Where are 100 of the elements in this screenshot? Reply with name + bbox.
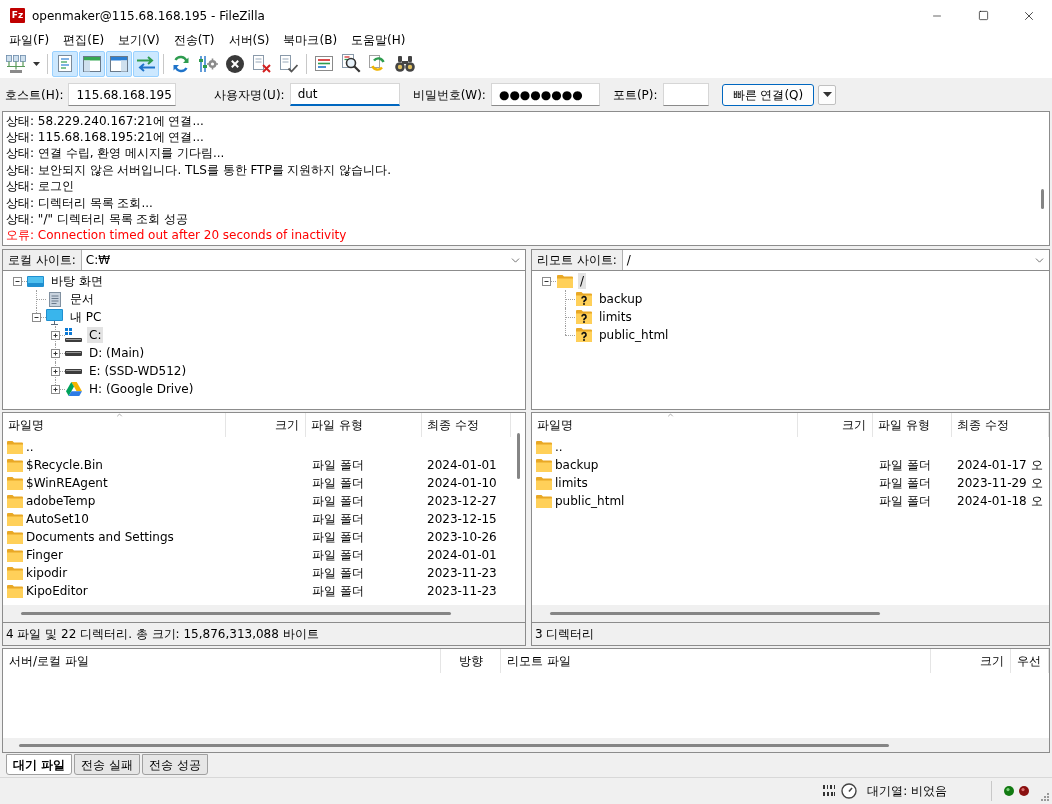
column-header[interactable]: 파일 유형 (873, 413, 952, 437)
sliders-gear-icon (198, 54, 218, 73)
collapse-icon[interactable] (32, 313, 41, 322)
tree-item[interactable]: E: (SSD-WD512) (87, 363, 189, 379)
menu-item[interactable]: 전송(T) (166, 31, 222, 49)
scrollbar-thumb[interactable] (19, 743, 889, 747)
window-right-pane-icon (110, 55, 128, 72)
sync-arrows-icon (369, 54, 387, 73)
modified-date: 2023-11-23 (427, 584, 497, 598)
username-field[interactable]: dut (289, 83, 400, 106)
resize-grip-icon (1041, 793, 1049, 801)
folder-icon (7, 476, 23, 490)
expand-icon[interactable] (51, 385, 60, 394)
message-log-toggle[interactable] (52, 50, 78, 77)
folder-icon (7, 440, 23, 454)
scrollbar-thumb[interactable] (1040, 189, 1044, 209)
queue-tab[interactable]: 대기 파일 (6, 754, 73, 775)
tree-item[interactable]: / (578, 273, 587, 289)
file-type: 파일 폴더 (312, 584, 364, 598)
modified-date: 2024-01-17 오 (957, 458, 1043, 472)
status-message: 상태: "/" 디렉터리 목록 조회 성공 (6, 212, 189, 228)
queue-tab[interactable]: 전송 성공 (142, 754, 208, 775)
file-type: 파일 폴더 (312, 458, 364, 472)
queue-tab[interactable]: 전송 실패 (74, 754, 140, 775)
menu-item[interactable]: 도움말(H) (344, 31, 413, 49)
tree-item[interactable]: 바탕 화면 (49, 273, 105, 289)
field-label: 호스트(H): (5, 86, 64, 104)
column-header[interactable]: 파일 유형 (306, 413, 422, 437)
tree-item[interactable]: H: (Google Drive) (87, 381, 196, 397)
column-header[interactable]: 크기 (226, 413, 306, 437)
question-folder-icon (575, 328, 592, 342)
two-way-arrows-icon (136, 55, 156, 72)
quick-connect-button[interactable]: 빠른 연결(Q) (721, 83, 815, 106)
file-type: 파일 폴더 (312, 476, 364, 490)
column-header[interactable]: 최종 수정 (422, 413, 511, 437)
column-header[interactable]: 파일명 (3, 413, 226, 437)
magnifier-document-icon (341, 54, 361, 73)
folder-icon (7, 458, 23, 472)
path-combobox[interactable]: C:₩ (81, 250, 525, 270)
modified-date: 2024-01-18 오 (957, 494, 1043, 508)
file-type: 파일 폴더 (879, 458, 931, 472)
column-header[interactable]: 크기 (798, 413, 873, 437)
menu-item[interactable]: 파일(F) (2, 31, 57, 49)
column-header[interactable]: 방향 (441, 649, 501, 673)
scrollbar-thumb[interactable] (21, 612, 451, 615)
local-tree-toggle[interactable] (79, 50, 105, 77)
password-field[interactable]: ●●●●●●●● (490, 83, 600, 106)
binoculars-icon (395, 55, 415, 72)
column-header[interactable]: 파일명 (532, 413, 798, 437)
file-name: .. (26, 439, 34, 456)
tree-item[interactable]: C: (87, 327, 104, 343)
column-header[interactable]: 서버/로컬 파일 (3, 649, 441, 673)
document-check-icon (280, 54, 298, 73)
collapse-icon[interactable] (13, 277, 22, 286)
expand-icon[interactable] (51, 367, 60, 376)
modified-date: 2024-01-10 (427, 476, 497, 490)
scrollbar-thumb[interactable] (550, 612, 880, 615)
status-message: 상태: 115.68.168.195:21에 연결... (6, 130, 204, 146)
expand-icon[interactable] (51, 349, 60, 358)
remote-tree-toggle[interactable] (106, 50, 132, 77)
column-header[interactable]: 최종 수정 (952, 413, 1049, 437)
file-type: 파일 폴더 (879, 494, 931, 508)
tree-item[interactable]: limits (597, 309, 634, 325)
menu-item[interactable]: 서버(S) (221, 31, 277, 49)
file-name: Finger (26, 547, 63, 564)
modified-date: 2023-12-27 (427, 494, 497, 508)
file-type: 파일 폴더 (312, 530, 364, 544)
status-message: 상태: 연결 수립, 환영 메시지를 기다림... (6, 146, 225, 162)
port-field[interactable] (662, 83, 709, 106)
host-field[interactable]: 115.68.168.195 (68, 83, 177, 106)
tree-item[interactable]: D: (Main) (87, 345, 147, 361)
window-title: openmaker@115.68.168.195 - FileZilla (32, 7, 265, 25)
menu-item[interactable]: 편집(E) (56, 31, 112, 49)
network-computers-icon (6, 54, 26, 73)
scrollbar-thumb[interactable] (516, 433, 520, 479)
document-icon (48, 291, 61, 307)
speedometer-icon (841, 783, 858, 799)
column-header[interactable]: 우선 (1011, 649, 1049, 673)
cancel-icon (226, 54, 244, 73)
transfer-queue-toggle[interactable] (133, 50, 159, 77)
window-left-pane-icon (83, 55, 101, 72)
dropdown-button[interactable] (818, 84, 837, 105)
tree-item[interactable]: 문서 (68, 291, 96, 307)
collapse-icon[interactable] (542, 277, 551, 286)
path-combobox[interactable]: / (622, 250, 1049, 270)
list-status-text: 3 디렉터리 (534, 626, 595, 643)
expand-icon[interactable] (51, 331, 60, 340)
tree-item[interactable]: public_html (597, 327, 671, 343)
status-light-icon (1019, 786, 1029, 796)
menu-item[interactable]: 북마크(B) (276, 31, 345, 49)
column-header[interactable]: 리모트 파일 (501, 649, 931, 673)
menu-item[interactable]: 보기(V) (111, 31, 167, 49)
folder-icon (7, 566, 23, 580)
column-header[interactable]: 크기 (931, 649, 1011, 673)
tree-item[interactable]: 내 PC (68, 309, 104, 325)
tree-item[interactable]: backup (597, 291, 645, 307)
file-type: 파일 폴더 (879, 476, 931, 490)
error-message: 오류: Connection timed out after 20 seconds of inactivity (6, 228, 347, 244)
desktop-icon (27, 275, 44, 287)
modified-date: 2023-10-26 (427, 530, 497, 544)
